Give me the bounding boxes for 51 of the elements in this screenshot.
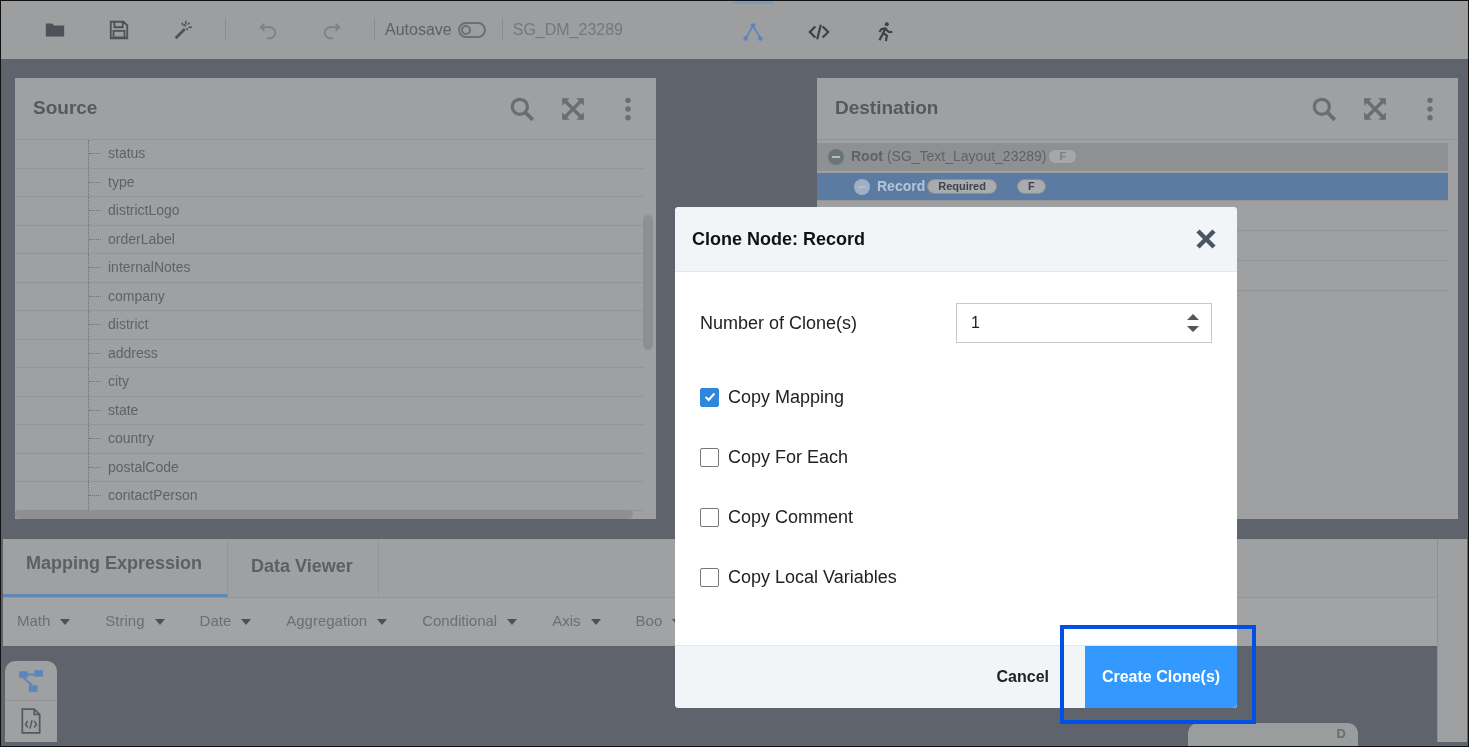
save-icon[interactable] bbox=[108, 19, 130, 41]
more-options-icon[interactable] bbox=[1426, 95, 1434, 122]
mapping-view-icon[interactable] bbox=[742, 20, 764, 43]
tag: F bbox=[1016, 179, 1046, 194]
tree-row[interactable]: Record Required F bbox=[817, 173, 1448, 201]
expand-icon[interactable] bbox=[1362, 95, 1388, 122]
dialog-title: Clone Node: Record bbox=[692, 227, 866, 251]
checkbox[interactable] bbox=[700, 567, 719, 587]
checkmark-icon bbox=[702, 390, 717, 404]
tree-item[interactable]: districtLogo bbox=[108, 200, 180, 222]
tree-item[interactable]: postalCode bbox=[108, 456, 179, 478]
more-options-icon[interactable] bbox=[624, 95, 632, 122]
checkbox-label[interactable]: Copy Comment bbox=[728, 503, 854, 531]
spinner-arrows-icon[interactable] bbox=[1186, 312, 1200, 334]
node-name: Record bbox=[877, 177, 926, 196]
checkbox[interactable] bbox=[700, 507, 719, 527]
collapse-icon[interactable] bbox=[828, 148, 844, 165]
panel-title: Source bbox=[33, 96, 99, 121]
tag: Required bbox=[927, 179, 997, 194]
tree-item[interactable]: type bbox=[108, 171, 135, 193]
tree-item[interactable]: internalNotes bbox=[108, 257, 191, 279]
scrollbar[interactable] bbox=[15, 510, 633, 519]
tree-item[interactable]: orderLabel bbox=[108, 228, 175, 250]
collapse-icon[interactable] bbox=[854, 178, 870, 195]
magic-wand-icon[interactable] bbox=[172, 19, 194, 41]
tree-item[interactable]: company bbox=[108, 285, 165, 307]
checkbox[interactable] bbox=[700, 387, 719, 407]
checkbox-label[interactable]: Copy For Each bbox=[728, 443, 849, 471]
tree-item[interactable]: state bbox=[108, 399, 139, 421]
tree-item[interactable]: city bbox=[108, 371, 129, 393]
code-file-icon[interactable] bbox=[20, 708, 42, 734]
expand-icon[interactable] bbox=[560, 95, 586, 122]
checkbox-label[interactable]: Copy Local Variables bbox=[728, 563, 897, 591]
checkbox-label[interactable]: Copy Mapping bbox=[728, 383, 845, 411]
tree-item[interactable]: status bbox=[108, 143, 146, 165]
tree-item[interactable]: address bbox=[108, 342, 158, 364]
panel-title: Destination bbox=[835, 96, 940, 121]
search-icon[interactable] bbox=[509, 95, 535, 122]
create-button[interactable]: Create Clone(s) bbox=[1085, 646, 1237, 708]
checkbox[interactable] bbox=[700, 447, 719, 467]
tab[interactable]: Data Viewer bbox=[228, 539, 379, 597]
search-icon[interactable] bbox=[1311, 95, 1337, 122]
tree-item[interactable]: country bbox=[108, 428, 154, 450]
tree-item[interactable]: contactPerson bbox=[108, 485, 198, 507]
number-input-field[interactable]: 1 bbox=[956, 303, 1212, 343]
autosave-label: Autosave bbox=[385, 20, 452, 40]
tree-item[interactable]: district bbox=[108, 314, 149, 336]
autosave-toggle[interactable] bbox=[457, 22, 486, 38]
cancel-button[interactable]: Cancel bbox=[980, 646, 1085, 708]
hierarchy-icon[interactable] bbox=[18, 667, 44, 694]
field-label: Number of Clone(s) bbox=[700, 311, 858, 335]
